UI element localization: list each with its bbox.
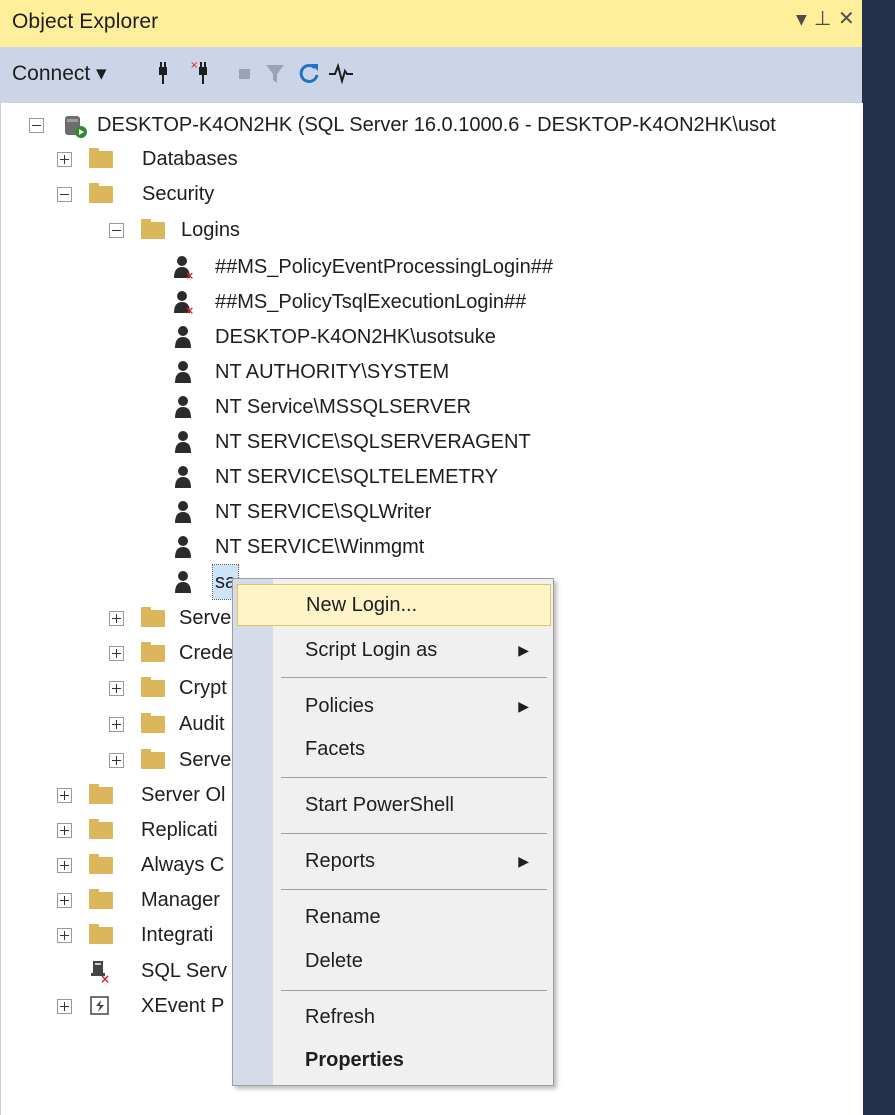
folder-icon [141,677,165,697]
menu-item-new-login[interactable]: New Login... [237,584,551,626]
menu-item-refresh[interactable]: Refresh [237,996,549,1038]
expand-icon[interactable] [109,717,124,732]
folder-icon [141,607,165,627]
expand-icon[interactable] [109,681,124,696]
user-icon [175,396,191,418]
filter-icon[interactable] [262,59,288,87]
refresh-icon[interactable] [296,59,322,87]
collapse-icon[interactable] [57,187,72,202]
server-label: DESKTOP-K4ON2HK (SQL Server 16.0.1000.6 … [97,114,776,136]
object-explorer-titlebar: Object Explorer ▼ ⊥ ✕ [0,0,862,47]
menu-item-script-login-as[interactable]: Script Login as ▶ [237,629,549,671]
menu-item-properties[interactable]: Properties [237,1039,549,1081]
close-icon[interactable]: ✕ [838,6,855,30]
tree-node-server[interactable]: DESKTOP-K4ON2HK (SQL Server 16.0.1000.6 … [29,108,863,142]
user-icon [175,326,191,348]
user-icon [175,431,191,453]
menu-item-reports[interactable]: Reports ▶ [237,840,549,882]
menu-item-start-powershell[interactable]: Start PowerShell [237,784,549,826]
submenu-arrow-icon: ▶ [518,642,529,658]
sql-agent-icon: × [91,961,110,983]
menu-item-policies[interactable]: Policies ▶ [237,685,549,727]
expand-icon[interactable] [57,823,72,838]
folder-icon [141,219,165,239]
submenu-arrow-icon: ▶ [518,853,529,869]
folder-icon [89,148,113,168]
disabled-user-icon: × [174,291,194,315]
expand-icon[interactable] [57,858,72,873]
dropdown-icon[interactable]: ▼ [796,12,807,28]
folder-icon [89,889,113,909]
user-icon [175,501,191,523]
expand-icon[interactable] [109,646,124,661]
context-menu: New Login... Script Login as ▶ Policies … [232,578,554,1086]
activity-monitor-icon[interactable] [328,59,354,87]
menu-item-facets[interactable]: Facets [237,728,549,770]
menu-item-rename[interactable]: Rename [237,896,549,938]
connect-plug-icon[interactable] [150,59,176,87]
pin-icon[interactable]: ⊥ [814,6,831,30]
collapse-icon[interactable] [109,223,124,238]
svg-text:×: × [185,304,194,315]
expand-icon[interactable] [109,611,124,626]
svg-text:×: × [190,60,198,71]
panel-title: Object Explorer [12,10,159,33]
folder-icon [89,819,113,839]
user-icon [175,361,191,383]
user-icon [175,571,191,593]
folder-icon [141,642,165,662]
server-icon [65,116,87,138]
folder-icon [89,924,113,944]
folder-icon [89,854,113,874]
disabled-user-icon: × [174,256,194,280]
submenu-arrow-icon: ▶ [518,698,529,714]
collapse-icon[interactable] [29,118,44,133]
user-icon [175,536,191,558]
connect-button[interactable]: Connect ▾ [12,61,107,86]
expand-icon[interactable] [57,999,72,1014]
expand-icon[interactable] [57,928,72,943]
expand-icon[interactable] [57,788,72,803]
side-panel-strip [862,0,895,1115]
folder-icon [89,183,113,203]
menu-item-delete[interactable]: Delete [237,940,549,982]
stop-icon[interactable] [232,59,258,87]
disconnect-icon[interactable]: × [190,59,216,87]
folder-icon [141,749,165,769]
xevent-icon [90,996,109,1015]
object-explorer-toolbar: Connect ▾ × [0,47,862,103]
expand-icon[interactable] [109,753,124,768]
svg-text:×: × [185,269,194,280]
user-icon [175,466,191,488]
expand-icon[interactable] [57,152,72,167]
expand-icon[interactable] [57,893,72,908]
folder-icon [141,713,165,733]
folder-icon [89,784,113,804]
svg-text:×: × [100,972,110,983]
